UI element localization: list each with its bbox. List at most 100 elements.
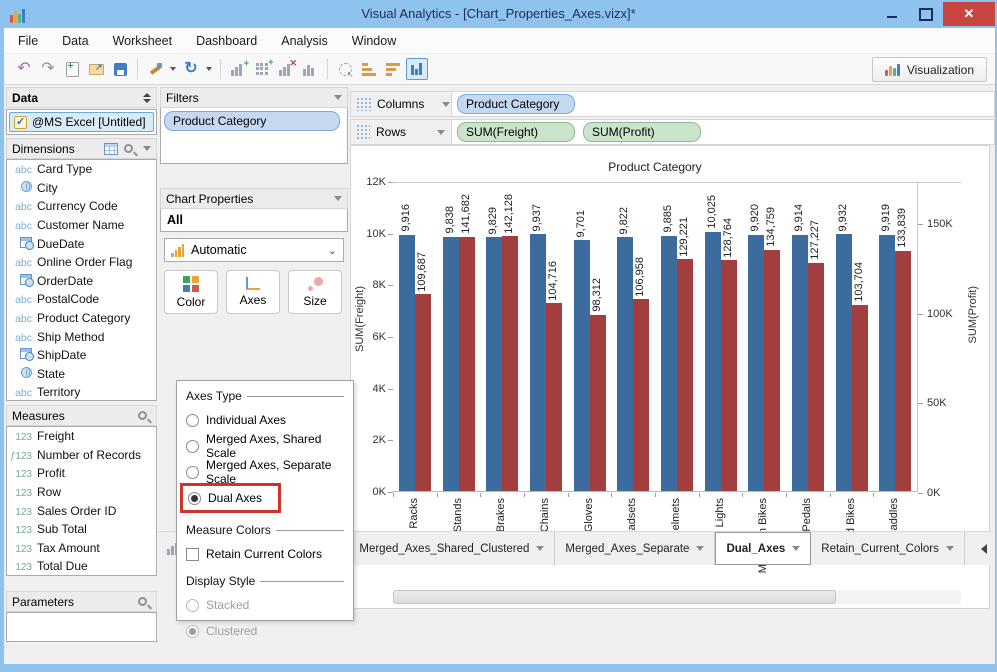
retain-current-colors-checkbox[interactable] — [186, 547, 199, 561]
tab-menu-icon[interactable] — [536, 546, 545, 551]
refresh-data-icon[interactable]: ↻ — [179, 57, 203, 81]
axes-button[interactable]: Axes — [226, 270, 280, 314]
bar-sum-profit--gloves[interactable] — [589, 314, 606, 491]
axes-type-option[interactable]: Merged Axes, Shared Scale — [186, 432, 344, 460]
tab-menu-icon[interactable] — [945, 546, 954, 551]
columns-shelf-header[interactable]: Columns — [350, 91, 452, 117]
dimension-item[interactable]: DueDate — [7, 234, 156, 253]
measure-item[interactable]: 123 Freight — [7, 427, 156, 446]
refresh-dropdown-icon[interactable] — [206, 67, 212, 71]
dimension-item[interactable]: abc Customer Name — [7, 216, 156, 235]
lasso-select-icon[interactable] — [333, 57, 357, 81]
columns-menu-icon[interactable] — [442, 101, 451, 107]
table-view-icon[interactable] — [104, 142, 118, 155]
bar-sum-profit--helmets[interactable] — [676, 259, 693, 491]
bar-sum-profit--headsets[interactable] — [633, 299, 650, 491]
sort-ascending-icon[interactable] — [357, 57, 381, 81]
tab-merged_axes_separate[interactable]: Merged_Axes_Separate — [555, 532, 716, 565]
bar-sum-freight--pedals[interactable] — [791, 234, 808, 491]
format-painter-icon[interactable] — [143, 57, 167, 81]
scroll-tabs-left-icon[interactable] — [980, 543, 987, 554]
dimension-item[interactable]: abc Currency Code — [7, 197, 156, 216]
scrollbar-thumb[interactable] — [393, 590, 837, 604]
collapse-expand-icon[interactable] — [143, 92, 151, 103]
dimension-item[interactable]: abc Ship Method — [7, 327, 156, 346]
minimize-icon[interactable] — [875, 2, 909, 26]
add-dashboard-icon[interactable]: + — [250, 57, 274, 81]
bar-sum-freight--headsets[interactable] — [617, 237, 634, 491]
color-button[interactable]: Color — [164, 270, 218, 314]
measures-header[interactable]: Measures — [6, 405, 157, 426]
filter-pill[interactable]: Product Category — [164, 111, 340, 131]
sort-descending-icon[interactable] — [381, 57, 405, 81]
menu-analysis[interactable]: Analysis — [281, 34, 328, 48]
axes-type-radio[interactable] — [188, 491, 201, 505]
bar-sum-freight--chains[interactable] — [529, 234, 546, 491]
row-pill[interactable]: SUM(Freight) — [457, 122, 575, 142]
bar-sum-profit--bike-racks[interactable] — [414, 294, 431, 491]
bar-sum-profit--saddles[interactable] — [895, 251, 912, 491]
bar-sum-freight--saddles[interactable] — [879, 234, 896, 491]
dimension-item[interactable]: abc PostalCode — [7, 290, 156, 309]
bar-sum-freight--brakes[interactable] — [486, 237, 503, 491]
maximize-icon[interactable] — [909, 2, 943, 26]
bar-sum-freight--gloves[interactable] — [573, 240, 590, 491]
parameters-header[interactable]: Parameters — [6, 591, 157, 612]
column-pill[interactable]: Product Category — [457, 94, 575, 114]
dimension-item[interactable]: State — [7, 365, 156, 384]
axes-type-option[interactable]: Merged Axes, Separate Scale — [186, 458, 344, 486]
filters-menu-icon[interactable] — [334, 95, 342, 100]
row-pill[interactable]: SUM(Profit) — [583, 122, 701, 142]
bar-sum-profit--road-bikes[interactable] — [851, 305, 868, 491]
add-worksheet-icon[interactable]: + — [226, 57, 250, 81]
retain-current-colors-option[interactable]: Retain Current Colors — [186, 544, 344, 564]
bar-sum-profit--pedals[interactable] — [807, 263, 824, 491]
measure-item[interactable]: 123 Sub Total — [7, 520, 156, 539]
search-measures-icon[interactable] — [138, 411, 147, 420]
data-connection-item[interactable]: @MS Excel [Untitled] — [9, 112, 154, 132]
measure-item[interactable]: 123 Total Due — [7, 557, 156, 575]
visualization-type-icon[interactable] — [405, 57, 429, 81]
bar-sum-freight--lights[interactable] — [704, 232, 721, 491]
rows-menu-icon[interactable] — [437, 129, 445, 135]
bar-sum-freight--helmets[interactable] — [660, 235, 677, 491]
search-parameters-icon[interactable] — [138, 597, 147, 606]
dimension-item[interactable]: City — [7, 179, 156, 198]
bar-sum-profit--brakes[interactable] — [502, 236, 519, 491]
bar-sum-freight--mountain-bikes[interactable] — [748, 234, 765, 491]
axes-type-option[interactable]: Individual Axes — [186, 410, 344, 430]
menu-worksheet[interactable]: Worksheet — [113, 34, 173, 48]
dimension-item[interactable]: OrderDate — [7, 272, 156, 291]
chart-properties-menu-icon[interactable] — [334, 196, 342, 201]
axes-type-radio[interactable] — [186, 439, 199, 453]
dimensions-menu-icon[interactable] — [143, 146, 151, 151]
measure-item[interactable]: 123 Sales Order ID — [7, 501, 156, 520]
chart-type-select[interactable]: Automatic ⌄ — [164, 238, 344, 262]
visualization-button[interactable]: Visualization — [871, 57, 987, 82]
connection-checkbox-icon[interactable] — [14, 115, 27, 129]
axes-type-option[interactable]: Dual Axes — [188, 488, 273, 508]
measure-item[interactable]: 123 Tax Amount — [7, 539, 156, 558]
measure-item[interactable]: 123 Profit — [7, 464, 156, 483]
delete-worksheet-icon[interactable]: ✕ — [274, 57, 298, 81]
chart-horizontal-scrollbar[interactable] — [393, 590, 961, 604]
data-panel-header[interactable]: Data — [6, 87, 157, 108]
dimension-item[interactable]: ShipDate — [7, 346, 156, 365]
menu-dashboard[interactable]: Dashboard — [196, 34, 257, 48]
tab-dual_axes[interactable]: Dual_Axes — [715, 532, 812, 565]
format-painter-dropdown-icon[interactable] — [170, 67, 176, 71]
filters-header[interactable]: Filters — [160, 87, 348, 108]
open-workbook-icon[interactable] — [84, 57, 108, 81]
redo-icon[interactable]: ↷ — [36, 57, 60, 81]
dimension-item[interactable]: abc Territory — [7, 383, 156, 400]
duplicate-worksheet-icon[interactable] — [298, 57, 322, 81]
rows-shelf-header[interactable]: Rows — [350, 119, 452, 145]
bar-sum-profit--bike-stands[interactable] — [458, 237, 475, 491]
measure-item[interactable]: 123 Row — [7, 483, 156, 502]
undo-icon[interactable]: ↶ — [12, 57, 36, 81]
tab-menu-icon[interactable] — [696, 546, 705, 551]
dimensions-header[interactable]: Dimensions — [6, 138, 157, 159]
bar-sum-freight--bike-stands[interactable] — [442, 236, 459, 491]
tab-menu-icon[interactable] — [792, 546, 801, 551]
dimension-item[interactable]: abc Product Category — [7, 309, 156, 328]
